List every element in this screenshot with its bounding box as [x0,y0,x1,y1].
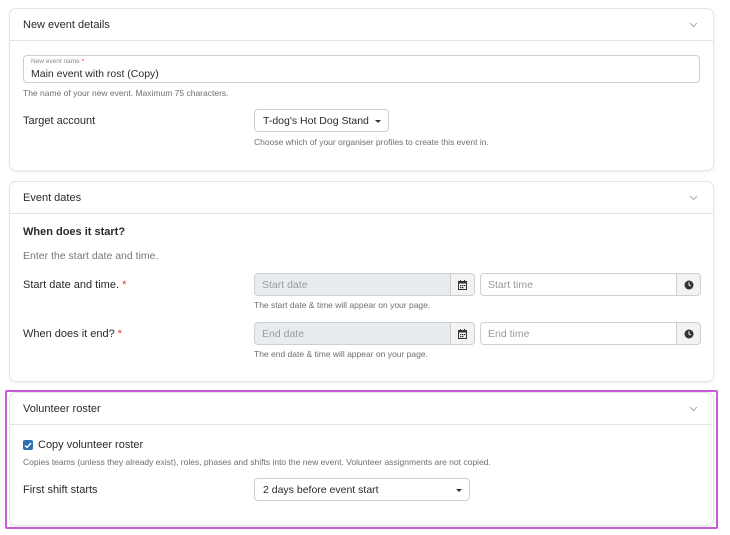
card-title: Event dates [23,191,82,204]
volunteer-roster-header[interactable]: Volunteer roster [10,393,713,425]
caret-down-icon [375,119,381,123]
end-help: The end date & time will appear on your … [254,349,428,359]
event-dates-card: Event dates When does it start? Enter th… [10,182,713,381]
card-title: New event details [23,18,110,31]
chevron-down-icon[interactable] [686,402,700,416]
first-shift-select[interactable]: 2 days before event start [254,478,470,501]
first-shift-label: First shift starts [23,484,98,496]
chevron-down-icon[interactable] [686,191,700,205]
end-date-label: When does it end? [23,328,115,340]
event-name-label: New event name [31,58,80,65]
caret-down-icon [456,488,462,492]
required-mark: * [81,58,85,65]
start-date-group: Start date [254,273,475,296]
event-name-help: The name of your new event. Maximum 75 c… [23,88,229,98]
end-time-input[interactable]: End time [480,322,676,345]
calendar-icon[interactable] [450,322,475,345]
end-date-group: End date [254,322,475,345]
required-mark: * [122,279,127,291]
target-account-label: Target account [23,115,96,127]
first-shift-value: 2 days before event start [263,483,379,496]
new-event-details-header[interactable]: New event details [10,9,713,41]
copy-roster-label[interactable]: Copy volunteer roster [38,439,143,451]
chevron-down-icon[interactable] [686,18,700,32]
required-mark: * [117,328,123,340]
start-date-input[interactable]: Start date [254,273,450,296]
start-help: The start date & time will appear on you… [254,300,431,310]
clock-icon[interactable] [676,322,701,345]
end-date-input[interactable]: End date [254,322,450,345]
event-name-field[interactable]: New event name * Main event with rost (C… [23,55,700,83]
target-account-value: T-dog's Hot Dog Stand L [263,114,372,127]
event-dates-header[interactable]: Event dates [10,182,713,214]
card-title: Volunteer roster [23,402,101,415]
start-heading: When does it start? [23,226,126,238]
volunteer-roster-card: Volunteer roster Copy volunteer roster C… [10,393,713,525]
target-account-help: Choose which of your organiser profiles … [254,137,489,147]
clock-icon[interactable] [676,273,701,296]
start-intro: Enter the start date and time. [23,250,159,262]
end-time-group: End time [480,322,701,345]
start-time-group: Start time [480,273,701,296]
start-time-input[interactable]: Start time [480,273,676,296]
new-event-details-card: New event details New event name * Main … [10,9,713,170]
calendar-icon[interactable] [450,273,475,296]
copy-roster-checkbox[interactable] [23,440,33,450]
event-name-value: Main event with rost (Copy) [31,68,159,80]
copy-roster-help: Copies teams (unless they already exist)… [23,457,491,467]
target-account-select[interactable]: T-dog's Hot Dog Stand L [254,109,389,132]
start-date-label: Start date and time. [23,279,119,291]
